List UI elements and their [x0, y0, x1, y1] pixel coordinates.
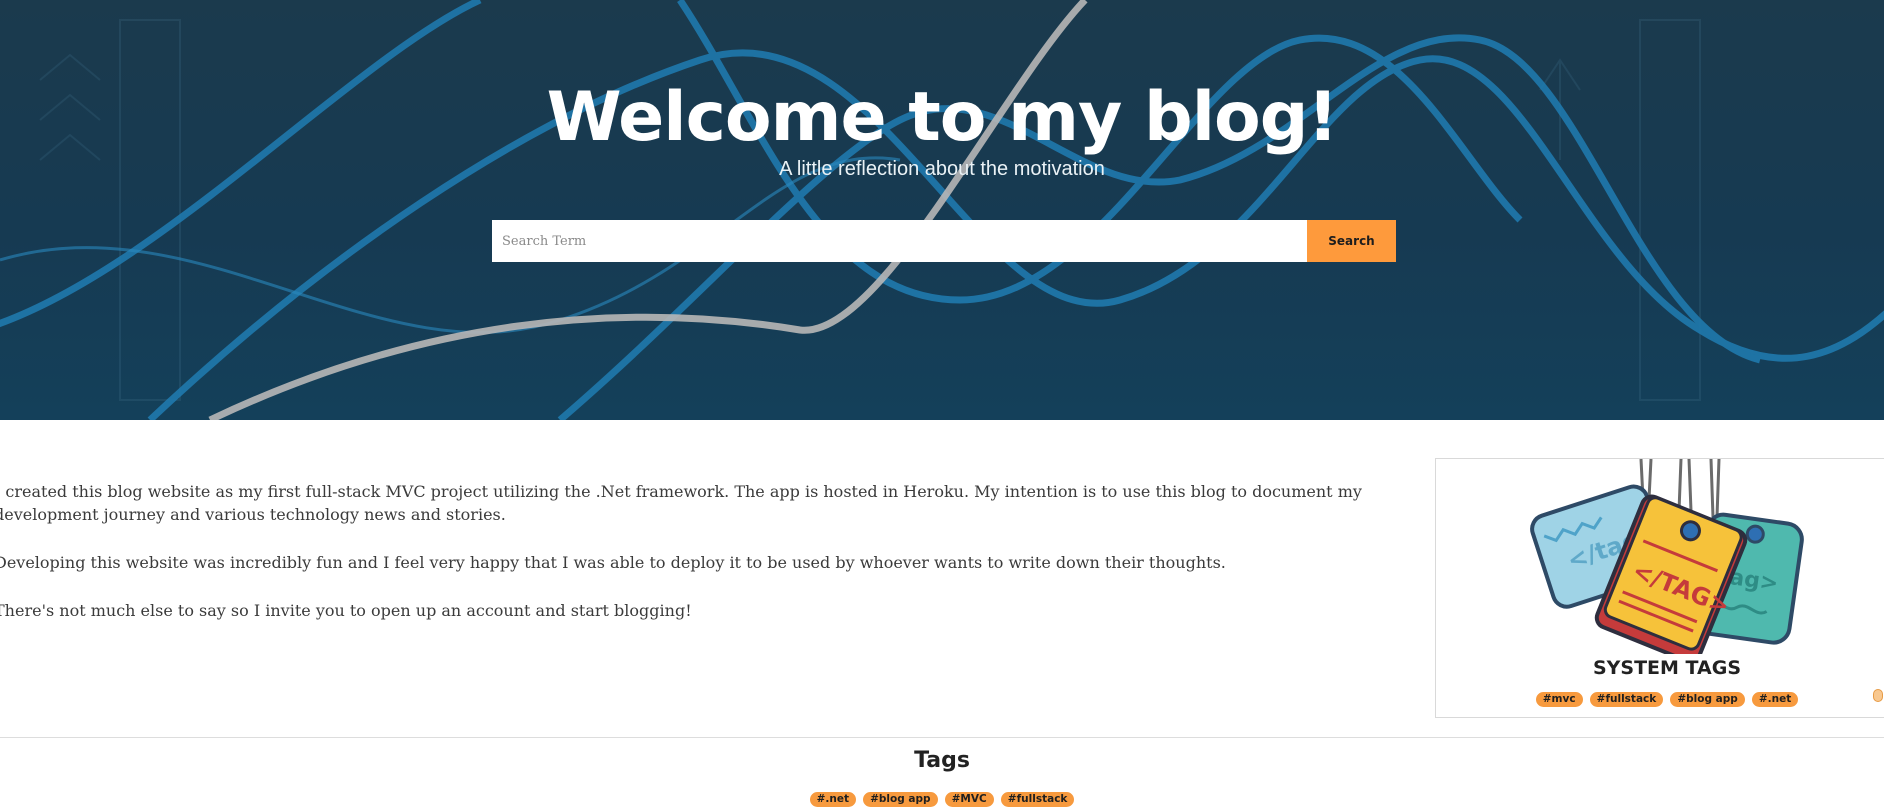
tags-section-list: #.net #blog app #MVC #fullstack — [0, 787, 1884, 807]
intro-paragraph: Developing this website was incredibly f… — [0, 553, 1226, 572]
tag-badge-fullstack[interactable]: #fullstack — [1000, 792, 1075, 807]
tag-badge-fullstack[interactable]: #fullstack — [1589, 692, 1664, 707]
system-tags-card: </tag> tag> </TAG> — [1435, 458, 1884, 718]
hero-background-graphic — [0, 0, 1884, 420]
tags-illustration: </tag> tag> </TAG> — [1530, 459, 1804, 654]
system-tags-title: SYSTEM TAGS — [1592, 657, 1742, 679]
tag-badge-blog-app[interactable]: #blog app — [1670, 692, 1745, 707]
page-subtitle: A little reflection about the motivation — [779, 158, 1105, 180]
intro-paragraph: I created this blog website as my first … — [0, 482, 1362, 524]
tag-badge-blog-app[interactable]: #blog app — [863, 792, 938, 807]
tags-section-title: Tags — [914, 748, 970, 773]
system-tags-list: #mvc #fullstack #blog app #.net — [1435, 687, 1884, 707]
search-button[interactable]: Search — [1307, 220, 1396, 262]
search-input[interactable] — [492, 220, 1307, 262]
page-title: Welcome to my blog! — [546, 78, 1339, 157]
tag-badge-net[interactable]: #.net — [809, 792, 856, 807]
tag-badge-mvc[interactable]: #MVC — [944, 792, 994, 807]
intro-paragraph: There's not much else to say so I invite… — [0, 601, 692, 620]
tag-badge-net[interactable]: #.net — [1751, 692, 1799, 707]
scroll-indicator[interactable] — [1873, 689, 1883, 702]
tag-badge-mvc[interactable]: #mvc — [1535, 692, 1583, 707]
section-divider — [0, 737, 1884, 738]
hero-banner: Welcome to my blog! A little reflection … — [0, 0, 1884, 420]
intro-text: I created this blog website as my first … — [0, 480, 1394, 647]
